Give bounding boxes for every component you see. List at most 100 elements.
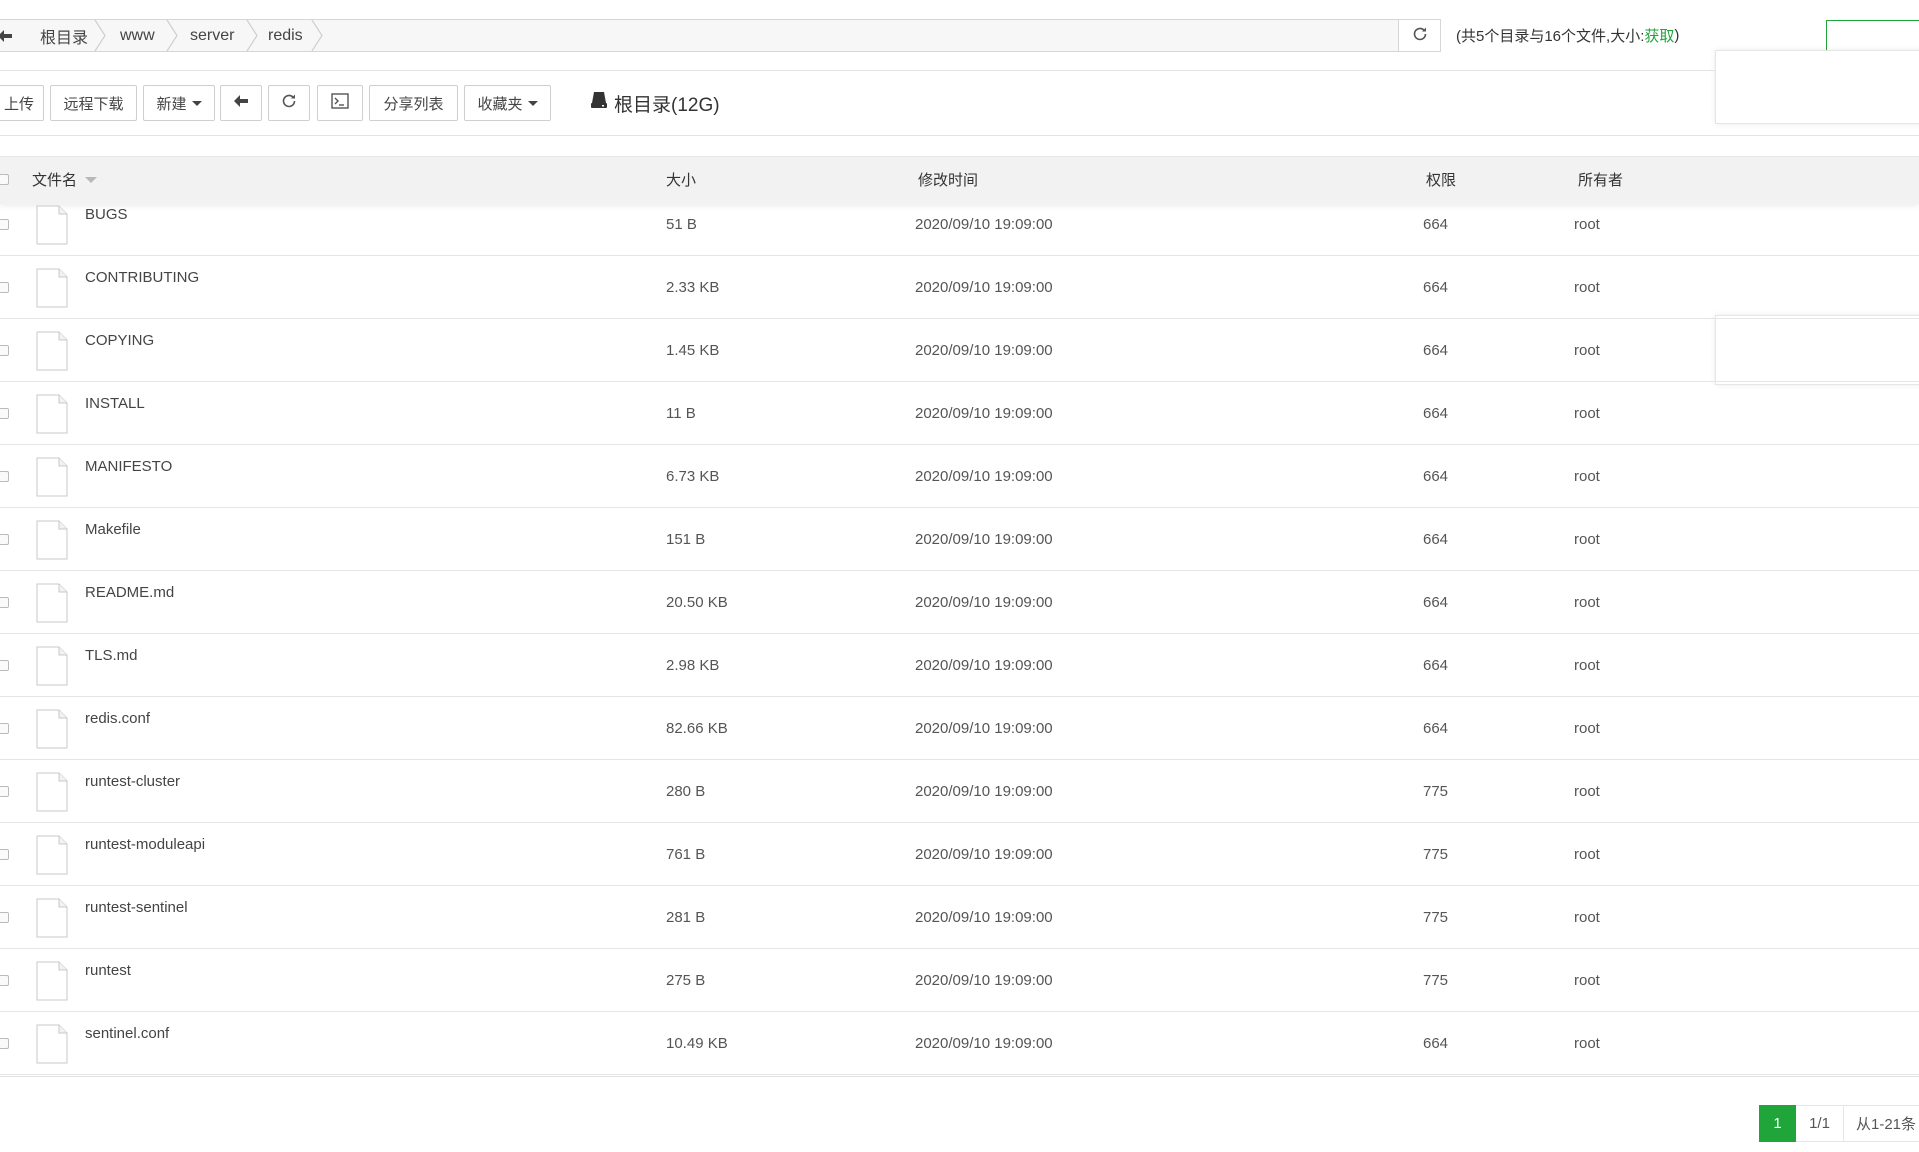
new-button[interactable]: 新建 [143,85,215,121]
remote-download-button[interactable]: 远程下载 [50,85,137,121]
file-permission[interactable]: 775 [1423,886,1448,949]
share-list-button[interactable]: 分享列表 [369,85,458,121]
file-mtime: 2020/09/10 19:09:00 [915,468,1053,485]
file-permission[interactable]: 664 [1423,634,1448,697]
file-owner[interactable]: root [1574,823,1600,886]
breadcrumb-redis[interactable]: redis [268,20,303,51]
file-name[interactable]: INSTALL [85,382,145,445]
file-owner[interactable]: root [1574,949,1600,1012]
chevron-down-icon [527,100,538,106]
get-size-link[interactable]: 获取 [1644,25,1674,46]
table-row[interactable]: BUGS 51 B 2020/09/10 19:09:00 664 root [0,193,1919,256]
file-icon [36,835,68,875]
file-name[interactable]: Makefile [85,508,141,571]
file-owner[interactable]: root [1574,1012,1600,1075]
file-name[interactable]: TLS.md [85,634,138,697]
file-permission[interactable]: 664 [1423,1012,1448,1075]
file-owner[interactable]: root [1574,508,1600,571]
table-row[interactable]: sentinel.conf 10.49 KB 2020/09/10 19:09:00… [0,1012,1919,1075]
breadcrumb-separator [94,20,106,51]
row-checkbox[interactable] [0,471,9,482]
path-refresh-button[interactable] [1398,19,1441,52]
breadcrumb-server[interactable]: server [190,20,234,51]
file-name[interactable]: redis.conf [85,697,150,760]
path-back-icon[interactable] [0,19,16,52]
file-icon [36,331,68,371]
file-owner[interactable]: root [1574,760,1600,823]
row-checkbox[interactable] [0,597,9,608]
file-name[interactable]: BUGS [85,193,128,256]
file-size: 2.98 KB [666,657,720,674]
file-permission[interactable]: 775 [1423,823,1448,886]
file-name[interactable]: runtest-sentinel [85,886,188,949]
file-name[interactable]: runtest-moduleapi [85,823,205,886]
row-checkbox[interactable] [0,975,9,986]
row-checkbox[interactable] [0,786,9,797]
favorites-button[interactable]: 收藏夹 [464,85,551,121]
row-checkbox[interactable] [0,723,9,734]
table-row[interactable]: MANIFESTO 6.73 KB 2020/09/10 19:09:00 664 ro… [0,445,1919,508]
file-name[interactable]: sentinel.conf [85,1012,169,1075]
table-row[interactable]: COPYING 1.45 KB 2020/09/10 19:09:00 664 root [0,319,1919,382]
file-owner[interactable]: root [1574,193,1600,256]
file-owner[interactable]: root [1574,445,1600,508]
disk-selector[interactable]: 根目录(12G) [590,88,720,118]
file-permission[interactable]: 664 [1423,319,1448,382]
file-permission[interactable]: 775 [1423,949,1448,1012]
back-button[interactable] [220,85,262,121]
file-permission[interactable]: 664 [1423,193,1448,256]
file-owner[interactable]: root [1574,571,1600,634]
file-permission[interactable]: 664 [1423,256,1448,319]
file-mtime: 2020/09/10 19:09:00 [915,531,1053,548]
file-size: 11 B [666,405,696,422]
file-mtime: 2020/09/10 19:09:00 [915,594,1053,611]
upload-button[interactable]: 上传 [0,85,44,121]
file-owner[interactable]: root [1574,319,1600,382]
file-permission[interactable]: 664 [1423,382,1448,445]
refresh-button[interactable] [268,85,310,121]
select-all-checkbox[interactable] [0,174,9,185]
file-name[interactable]: MANIFESTO [85,445,172,508]
file-permission[interactable]: 664 [1423,697,1448,760]
table-row[interactable]: runtest-sentinel 281 B 2020/09/10 19:09:00… [0,886,1919,949]
file-owner[interactable]: root [1574,256,1600,319]
row-checkbox[interactable] [0,849,9,860]
table-row[interactable]: TLS.md 2.98 KB 2020/09/10 19:09:00 664 root [0,634,1919,697]
breadcrumb-root[interactable]: 根目录 [40,20,88,51]
row-checkbox[interactable] [0,345,9,356]
file-name[interactable]: CONTRIBUTING [85,256,199,319]
page-1-button[interactable]: 1 [1759,1105,1796,1142]
file-mtime: 2020/09/10 19:09:00 [915,1035,1053,1052]
file-permission[interactable]: 664 [1423,508,1448,571]
row-checkbox[interactable] [0,534,9,545]
file-owner[interactable]: root [1574,886,1600,949]
file-owner[interactable]: root [1574,634,1600,697]
row-checkbox[interactable] [0,912,9,923]
row-checkbox[interactable] [0,660,9,671]
row-checkbox[interactable] [0,282,9,293]
file-name[interactable]: runtest-cluster [85,760,180,823]
file-owner[interactable]: root [1574,382,1600,445]
table-row[interactable]: runtest-cluster 280 B 2020/09/10 19:09:00 7… [0,760,1919,823]
breadcrumb-www[interactable]: www [120,20,155,51]
file-mtime: 2020/09/10 19:09:00 [915,783,1053,800]
file-owner[interactable]: root [1574,697,1600,760]
file-name[interactable]: README.md [85,571,174,634]
file-name[interactable]: runtest [85,949,131,1012]
table-row[interactable]: CONTRIBUTING 2.33 KB 2020/09/10 19:09:00 66… [0,256,1919,319]
file-permission[interactable]: 664 [1423,571,1448,634]
row-checkbox[interactable] [0,408,9,419]
table-row[interactable]: README.md 20.50 KB 2020/09/10 19:09:00 664 r… [0,571,1919,634]
file-name[interactable]: COPYING [85,319,154,382]
file-permission[interactable]: 664 [1423,445,1448,508]
table-row[interactable]: Makefile 151 B 2020/09/10 19:09:00 664 root [0,508,1919,571]
table-row[interactable]: runtest 275 B 2020/09/10 19:09:00 775 root [0,949,1919,1012]
file-permission[interactable]: 775 [1423,760,1448,823]
table-row[interactable]: redis.conf 82.66 KB 2020/09/10 19:09:00 664… [0,697,1919,760]
table-row[interactable]: runtest-moduleapi 761 B 2020/09/10 19:09:0… [0,823,1919,886]
table-row[interactable]: INSTALL 11 B 2020/09/10 19:09:00 664 root [0,382,1919,445]
terminal-button[interactable] [317,85,363,121]
remote-download-label: 远程下载 [63,95,124,113]
row-checkbox[interactable] [0,1038,9,1049]
row-checkbox[interactable] [0,219,9,230]
